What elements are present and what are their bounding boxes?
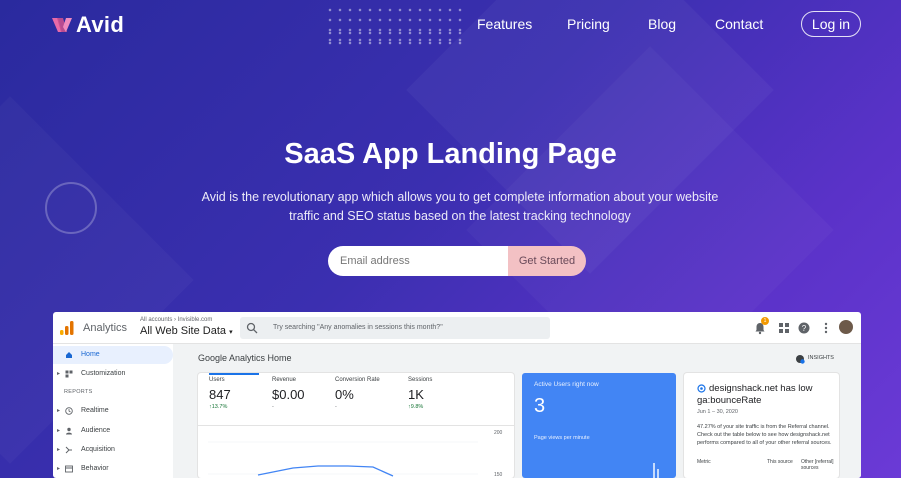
nav-link-blog[interactable]: Blog	[648, 16, 676, 32]
sidebar-label: Behavior	[81, 465, 109, 472]
sidebar-label: Realtime	[81, 407, 109, 414]
apps-grid-icon[interactable]	[777, 321, 791, 335]
notification-badge: 1	[761, 317, 769, 325]
help-icon[interactable]: ?	[797, 321, 811, 335]
hero-description: Avid is the revolutionary app which allo…	[201, 190, 719, 223]
search-placeholder: Try searching "Any anomalies in sessions…	[273, 324, 443, 331]
top-navigation: Avid Features Pricing Blog Contact Log i…	[0, 0, 901, 50]
active-users-title: Active Users right now	[534, 381, 599, 388]
metric-delta: ↑9.8%	[408, 404, 424, 410]
sidebar-label: Audience	[81, 427, 111, 434]
insight-body: 47.27% of your site traffic is from the …	[697, 424, 832, 446]
brand-name: Avid	[76, 12, 125, 37]
chart-tick-label: 150	[494, 472, 503, 478]
page-views-label: Page views per minute	[534, 435, 590, 441]
behavior-icon	[65, 465, 73, 473]
metric-label: Users	[209, 377, 225, 383]
page-views-bar	[653, 463, 655, 478]
background-ring	[45, 182, 97, 234]
nav-link-features[interactable]: Features	[477, 16, 532, 32]
active-users-value: 3	[534, 395, 546, 417]
sidebar-label: Home	[81, 351, 100, 358]
home-icon	[66, 352, 72, 358]
avid-logo-icon	[52, 18, 72, 32]
analytics-dashboard-preview: Analytics All accounts › Invisible.com A…	[53, 312, 861, 478]
search-icon	[246, 322, 258, 334]
metric-tab-sessions[interactable]: Sessions 1K ↑9.8%	[408, 373, 470, 423]
overview-metrics-card: Users 847 ↑13.7% Revenue $0.00 - Convers…	[198, 373, 514, 478]
customization-icon	[65, 370, 73, 378]
sidebar-item-audience[interactable]: ▸ Audience	[53, 422, 173, 440]
metric-value: 1K	[408, 387, 424, 402]
metric-value: 847	[209, 387, 231, 402]
insight-column-metric: Metric	[697, 459, 711, 465]
analytics-search-bar[interactable]: Try searching "Any anomalies in sessions…	[240, 317, 550, 339]
metric-value: 0%	[335, 387, 354, 402]
users-line-chart	[208, 441, 478, 477]
sidebar-item-behavior[interactable]: ▸ Behavior	[53, 460, 173, 478]
metric-label: Conversion Rate	[335, 377, 380, 383]
page-views-bar	[657, 469, 659, 478]
expand-caret-icon: ▸	[57, 408, 61, 414]
sidebar-label: Acquisition	[81, 446, 115, 453]
sidebar-heading-reports: REPORTS	[64, 389, 93, 395]
dropdown-caret-icon: ▾	[229, 329, 233, 336]
analytics-logo-icon	[60, 321, 74, 335]
property-name: All Web Site Data	[140, 325, 227, 337]
insight-card[interactable]: designshack.net has low ga:bounceRate Ju…	[684, 373, 839, 478]
metric-tab-revenue[interactable]: Revenue $0.00 -	[272, 373, 334, 423]
more-vertical-icon[interactable]	[819, 321, 833, 335]
sidebar-item-customization[interactable]: ▸ Customization	[53, 365, 173, 383]
analytics-sidebar: Home ▸ Customization REPORTS ▸ Realtime …	[53, 344, 173, 478]
acquisition-icon	[65, 446, 72, 454]
person-icon	[66, 427, 72, 435]
metric-delta: -	[335, 404, 337, 410]
user-avatar[interactable]	[839, 320, 853, 334]
nav-link-contact[interactable]: Contact	[715, 16, 763, 32]
insight-column-source: This source	[767, 459, 793, 465]
insights-button[interactable]: INSIGHTS	[808, 355, 834, 361]
insight-date: Jun 1 – 30, 2020	[697, 409, 738, 415]
hero-title: SaaS App Landing Page	[284, 138, 617, 170]
insight-column-other: Other [referral] sources	[801, 459, 834, 471]
nav-link-pricing[interactable]: Pricing	[567, 16, 610, 32]
metric-label: Sessions	[408, 377, 433, 383]
insights-icon	[796, 355, 805, 364]
expand-caret-icon: ▸	[57, 428, 61, 434]
metric-delta: ↑13.7%	[209, 404, 228, 410]
expand-caret-icon: ▸	[57, 447, 61, 453]
active-users-card[interactable]: Active Users right now 3 Page views per …	[522, 373, 676, 478]
metric-delta: -	[272, 404, 274, 410]
analytics-brand: Analytics	[83, 322, 128, 334]
property-selector[interactable]: All Web Site Data ▾	[140, 325, 233, 337]
clock-icon	[65, 407, 73, 415]
insight-title: designshack.net has low ga:bounceRate	[697, 383, 813, 406]
chart-tick-label: 200	[494, 430, 503, 436]
sidebar-item-home[interactable]: Home	[53, 346, 173, 364]
sidebar-item-realtime[interactable]: ▸ Realtime	[53, 402, 173, 420]
brand-logo[interactable]: Avid	[52, 12, 124, 38]
metric-value: $0.00	[272, 387, 305, 402]
metric-tab-users[interactable]: Users 847 ↑13.7%	[209, 373, 271, 423]
get-started-button[interactable]: Get Started	[508, 246, 586, 276]
active-tab-indicator	[209, 373, 259, 375]
analytics-main: Google Analytics Home INSIGHTS Users 847…	[173, 344, 861, 478]
analytics-header: Analytics All accounts › Invisible.com A…	[53, 312, 861, 344]
metric-label: Revenue	[272, 377, 297, 383]
expand-caret-icon: ▸	[57, 466, 61, 472]
metric-tab-conversion-rate[interactable]: Conversion Rate 0% -	[335, 373, 407, 423]
expand-caret-icon: ▸	[57, 371, 61, 377]
sidebar-label: Customization	[81, 370, 126, 377]
analytics-home-title: Google Analytics Home	[198, 353, 292, 363]
login-button[interactable]: Log in	[801, 11, 861, 37]
sidebar-item-acquisition[interactable]: ▸ Acquisition	[53, 441, 173, 459]
svg-text:?: ?	[802, 324, 807, 333]
account-breadcrumb[interactable]: All accounts › Invisible.com	[140, 317, 212, 323]
email-input[interactable]	[328, 246, 508, 276]
signup-form: Get Started	[328, 246, 586, 276]
